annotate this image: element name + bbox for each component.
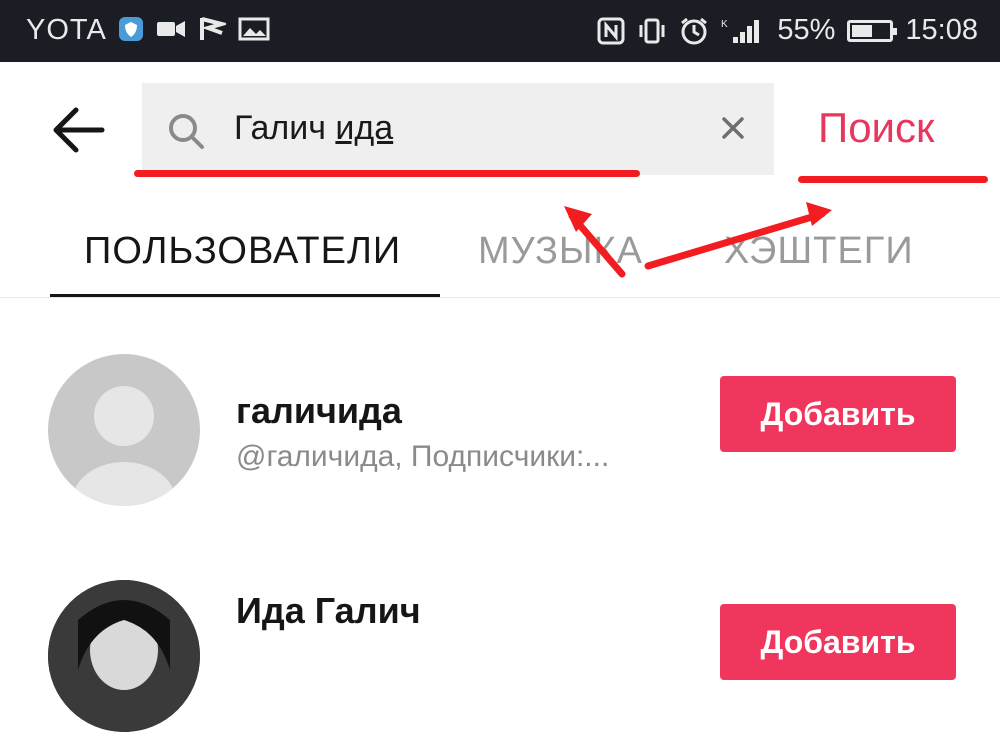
add-button[interactable]: Добавить	[720, 604, 956, 680]
list-item[interactable]: галичида @галичида, Подписчики:... Добав…	[0, 350, 1000, 530]
add-button[interactable]: Добавить	[720, 376, 956, 452]
avatar-photo[interactable]	[48, 580, 200, 732]
user-name: Ида Галич	[236, 590, 421, 631]
annotation-arrows	[564, 202, 832, 278]
annotation-arrowhead-search	[564, 206, 592, 232]
avatar-placeholder[interactable]	[48, 354, 200, 506]
annotation-arrowhead-button	[806, 202, 832, 226]
user-subtitle: @галичида, Подписчики:...	[236, 440, 610, 473]
annotation-arrow-to-button	[644, 210, 826, 270]
list-item[interactable]: Ида Галич Добавить	[0, 560, 1000, 740]
user-name: галичида	[236, 390, 402, 431]
